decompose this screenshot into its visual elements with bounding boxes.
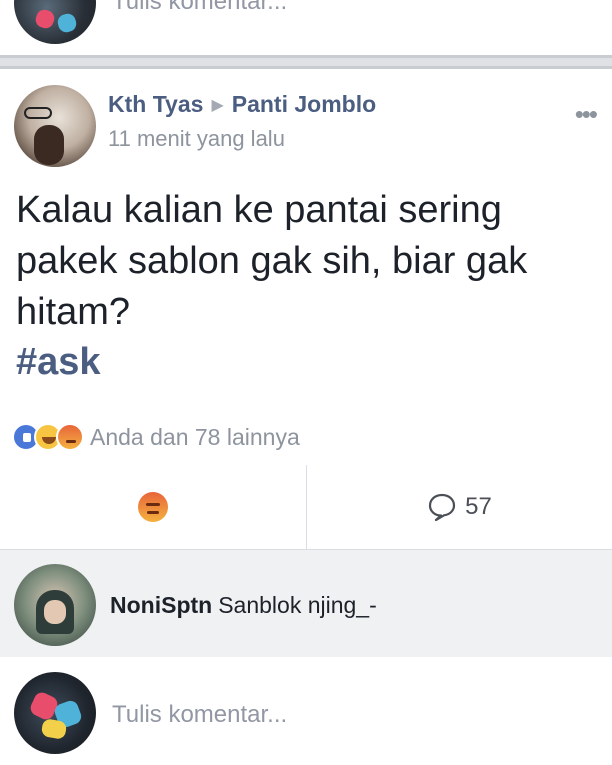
comment-item: NoniSptn Sanblok njing_- [0, 549, 612, 657]
react-button[interactable] [0, 465, 306, 549]
commenter-avatar[interactable] [14, 564, 96, 646]
angry-icon [56, 423, 84, 451]
current-user-avatar [14, 0, 96, 44]
post-text: Kalau kalian ke pantai sering pakek sabl… [16, 189, 528, 333]
post-card: Kth Tyas ▶ Panti Jomblo 11 menit yang lalu… [0, 69, 612, 549]
feed-divider [0, 55, 612, 69]
current-user-avatar-bottom [14, 672, 96, 754]
more-options-icon[interactable]: ••• [575, 99, 598, 130]
post-header: Kth Tyas ▶ Panti Jomblo [108, 91, 376, 118]
comment-text: Sanblok njing_- [218, 592, 377, 618]
comment-count: 57 [465, 493, 492, 520]
arrow-right-icon: ▶ [211, 97, 224, 114]
comment-placeholder-top[interactable]: Tulis komentar... [112, 0, 287, 16]
reaction-summary[interactable]: Anda dan 78 lainnya [12, 422, 300, 452]
reaction-summary-text: Anda dan 78 lainnya [90, 423, 300, 450]
comment-button[interactable]: 57 [307, 465, 612, 549]
angry-reaction-icon [138, 492, 168, 522]
post-actions: 57 [0, 465, 612, 549]
comment-author[interactable]: NoniSptn [110, 592, 212, 618]
post-hashtag[interactable]: #ask [16, 341, 101, 384]
author-name[interactable]: Kth Tyas [108, 91, 203, 117]
comment-body: NoniSptn Sanblok njing_- [110, 592, 377, 619]
comment-composer[interactable]: Tulis komentar... [0, 657, 612, 765]
comment-bubble-icon [429, 493, 456, 522]
top-comment-composer[interactable]: Tulis komentar... [0, 0, 612, 55]
post-timestamp[interactable]: 11 menit yang lalu [108, 126, 285, 152]
comment-input[interactable]: Tulis komentar... [112, 701, 287, 729]
group-name[interactable]: Panti Jomblo [232, 91, 376, 117]
author-avatar[interactable] [14, 85, 96, 167]
